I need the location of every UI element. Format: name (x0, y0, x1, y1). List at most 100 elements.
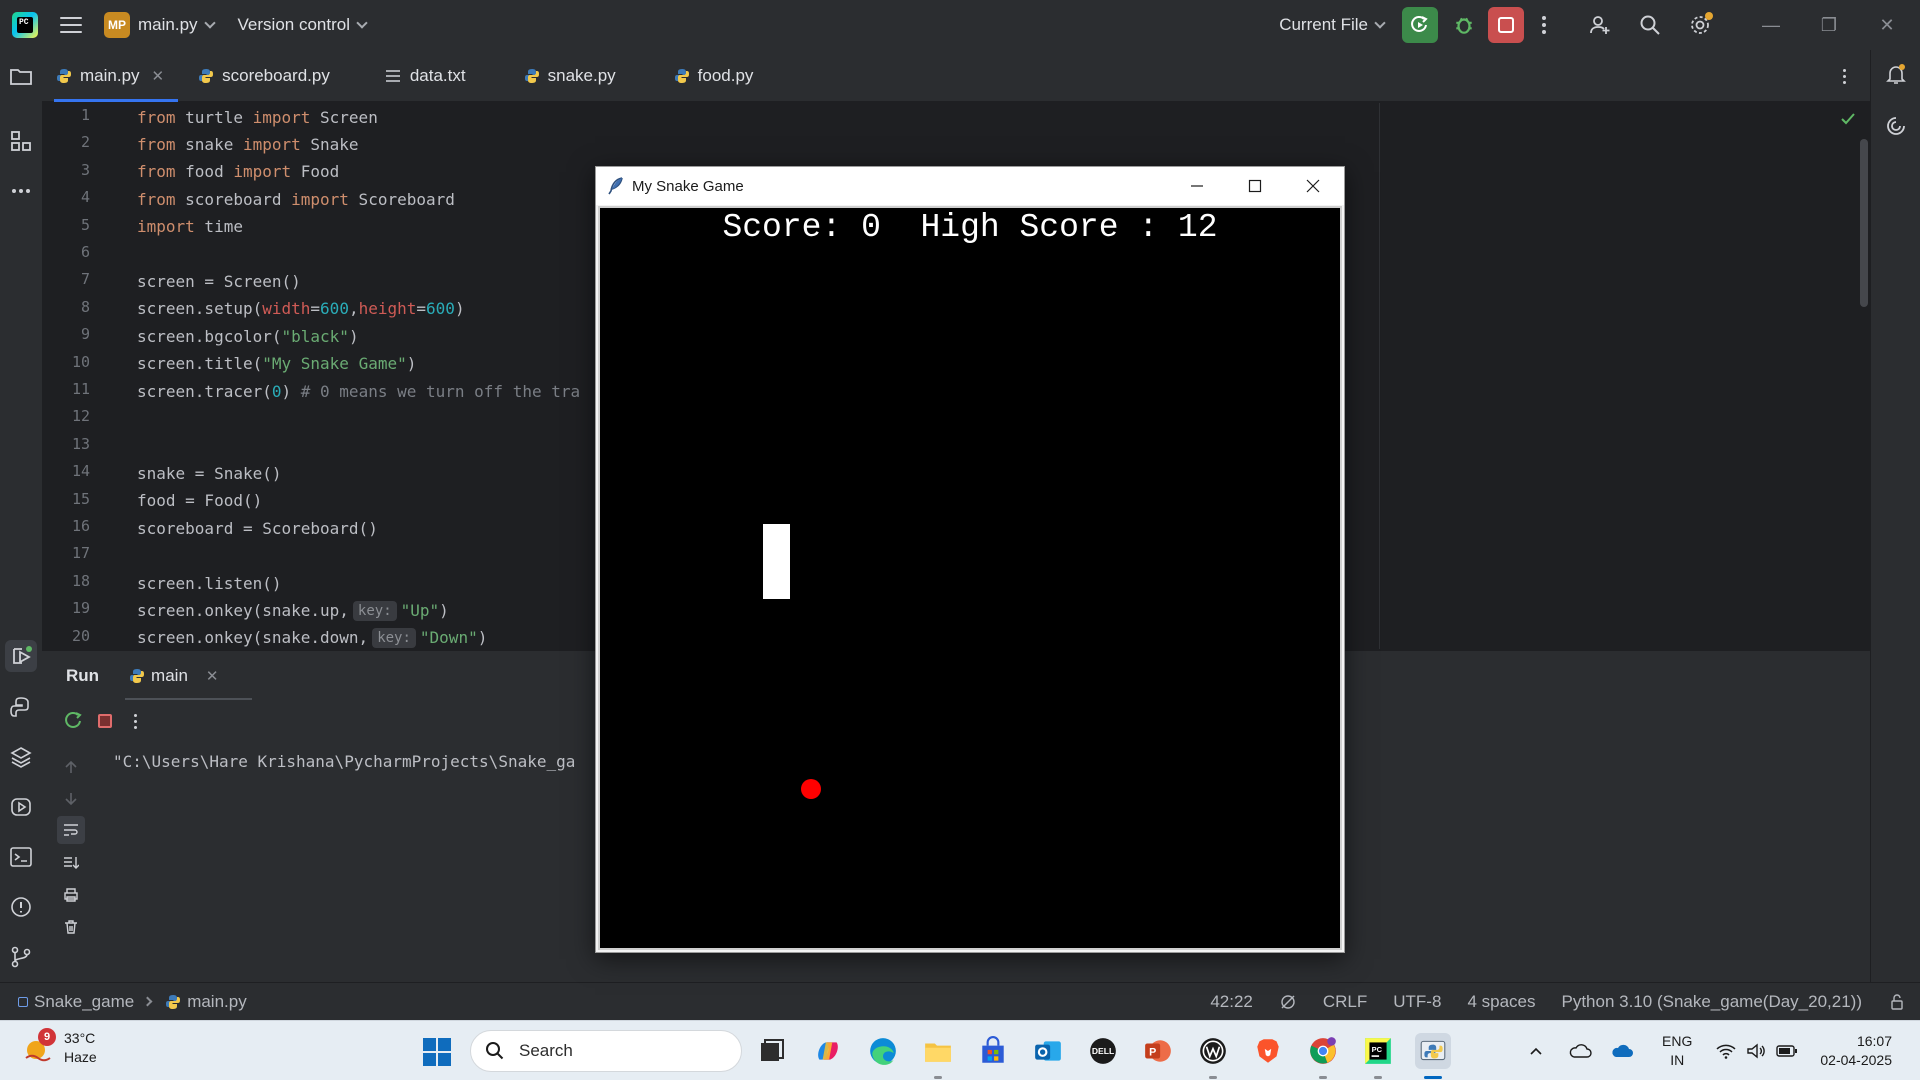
notifications-button[interactable] (1884, 62, 1908, 86)
code-line: from scoreboard import Scoreboard (137, 190, 455, 209)
services-button[interactable] (8, 794, 34, 820)
onedrive-business-icon[interactable] (1610, 1043, 1634, 1059)
print-button[interactable] (60, 884, 82, 906)
brave-app[interactable] (1250, 1033, 1286, 1069)
more-tools-button[interactable] (8, 178, 34, 204)
caret-position[interactable]: 42:22 (1210, 992, 1253, 1012)
edge-app[interactable] (865, 1033, 901, 1069)
scroll-up-button[interactable] (60, 756, 82, 778)
weather-widget[interactable]: 9 33°C Haze (22, 1028, 97, 1067)
breadcrumb-file[interactable]: main.py (187, 992, 247, 1012)
task-view-button[interactable] (754, 1033, 790, 1069)
stop-icon[interactable] (98, 714, 112, 728)
tab-data-txt[interactable]: data.txt (372, 50, 480, 102)
game-window-titlebar[interactable]: My Snake Game (596, 167, 1344, 205)
search-everywhere-button[interactable] (1632, 7, 1668, 43)
parameter-hint: key: (352, 601, 397, 621)
close-tab-icon[interactable]: ✕ (152, 67, 165, 85)
more-actions-button[interactable] (1532, 7, 1556, 43)
game-canvas[interactable]: Score: 0 High Score : 12 (598, 206, 1342, 950)
more-actions-icon[interactable] (134, 713, 137, 729)
minimize-button[interactable]: — (1742, 0, 1800, 50)
indent-setting[interactable]: 4 spaces (1467, 992, 1535, 1012)
wordpress-app[interactable] (1195, 1033, 1231, 1079)
system-clock[interactable]: 16:07 02-04-2025 (1820, 1032, 1892, 1070)
run-config-selector[interactable]: Current File (1279, 15, 1386, 35)
python-app-icon (1420, 1040, 1446, 1061)
lock-icon[interactable] (1888, 993, 1906, 1011)
close-tab-icon[interactable]: ✕ (206, 667, 219, 685)
add-user-button[interactable] (1582, 7, 1618, 43)
code-line: from turtle import Screen (137, 108, 378, 127)
tabs-more-button[interactable] (1832, 64, 1856, 88)
terminal-button[interactable] (8, 844, 34, 870)
python-console-icon (10, 697, 29, 717)
run-tool-button[interactable] (5, 640, 37, 672)
python-turtle-app[interactable] (1415, 1033, 1451, 1079)
version-control-menu[interactable]: Version control (238, 15, 368, 35)
tab-main-py[interactable]: main.py ✕ (42, 50, 179, 102)
debug-button[interactable] (1446, 7, 1482, 43)
input-language[interactable]: ENG IN (1662, 1032, 1692, 1070)
run-tab-main[interactable]: main ✕ (125, 651, 254, 701)
game-minimize-button[interactable] (1168, 167, 1226, 205)
python-packages-button[interactable] (8, 744, 34, 770)
taskbar-search-box[interactable]: Search (470, 1030, 742, 1072)
powerpoint-app[interactable]: P (1140, 1033, 1176, 1069)
chrome-app[interactable] (1305, 1033, 1341, 1079)
no-problems-check-icon[interactable] (1840, 111, 1856, 127)
chevron-up-icon[interactable] (1528, 1043, 1544, 1059)
game-close-button[interactable] (1284, 167, 1342, 205)
line-ending[interactable]: CRLF (1323, 992, 1367, 1012)
rerun-icon[interactable] (64, 711, 84, 731)
outlook-app[interactable] (1030, 1033, 1066, 1069)
no-inspections-icon[interactable] (1279, 993, 1297, 1011)
snake-game-window[interactable]: My Snake Game Score: 0 High Score : 12 (595, 166, 1345, 953)
python-console-button[interactable] (8, 694, 34, 720)
breadcrumb-project[interactable]: Snake_game (34, 992, 134, 1012)
project-view-button[interactable] (8, 64, 34, 90)
scroll-down-button[interactable] (60, 788, 82, 810)
services-icon (11, 798, 31, 816)
microsoft-store-app[interactable] (975, 1033, 1011, 1069)
problems-button[interactable] (8, 894, 34, 920)
stop-button[interactable] (1488, 7, 1524, 43)
settings-button[interactable] (1682, 7, 1718, 43)
line-number: 19 (71, 599, 90, 618)
scroll-to-end-button[interactable] (60, 852, 82, 874)
folder-icon (925, 1043, 951, 1062)
main-menu-button[interactable] (60, 17, 82, 33)
python-interpreter[interactable]: Python 3.10 (Snake_game(Day_20,21)) (1561, 992, 1862, 1012)
tab-scoreboard-py[interactable]: scoreboard.py (184, 50, 344, 102)
onedrive-personal-icon[interactable] (1568, 1043, 1592, 1059)
dell-app[interactable]: DELL (1085, 1033, 1121, 1069)
line-number: 12 (71, 407, 90, 426)
game-maximize-button[interactable] (1226, 167, 1284, 205)
svg-text:DELL: DELL (1092, 1046, 1114, 1056)
volume-icon[interactable] (1746, 1043, 1766, 1059)
project-badge: MP (104, 12, 130, 38)
structure-button[interactable] (8, 128, 34, 154)
battery-icon[interactable] (1776, 1044, 1798, 1058)
clear-console-button[interactable] (60, 916, 82, 938)
system-tray: ENG IN 16:07 02-04-2025 (1528, 1021, 1920, 1080)
outlook-icon (1035, 1041, 1061, 1061)
game-window-title: My Snake Game (632, 177, 744, 195)
project-selector[interactable]: main.py (130, 15, 216, 35)
editor-scrollbar[interactable] (1860, 139, 1868, 307)
copilot-app[interactable] (810, 1033, 846, 1069)
rerun-button[interactable] (1402, 7, 1438, 43)
pycharm-app[interactable]: PC (1360, 1033, 1396, 1079)
tab-food-py[interactable]: food.py (660, 50, 768, 102)
wifi-icon[interactable] (1716, 1043, 1736, 1059)
tab-snake-py[interactable]: snake.py (510, 50, 630, 102)
start-button[interactable] (422, 1037, 452, 1067)
file-encoding[interactable]: UTF-8 (1393, 992, 1441, 1012)
ai-assistant-button[interactable] (1884, 114, 1908, 138)
restore-button[interactable]: ❐ (1800, 0, 1858, 50)
file-explorer-app[interactable] (920, 1033, 956, 1079)
update-dot-icon (1705, 12, 1713, 20)
close-window-button[interactable]: ✕ (1858, 0, 1916, 50)
git-button[interactable] (8, 944, 34, 970)
soft-wrap-button[interactable] (57, 816, 85, 844)
